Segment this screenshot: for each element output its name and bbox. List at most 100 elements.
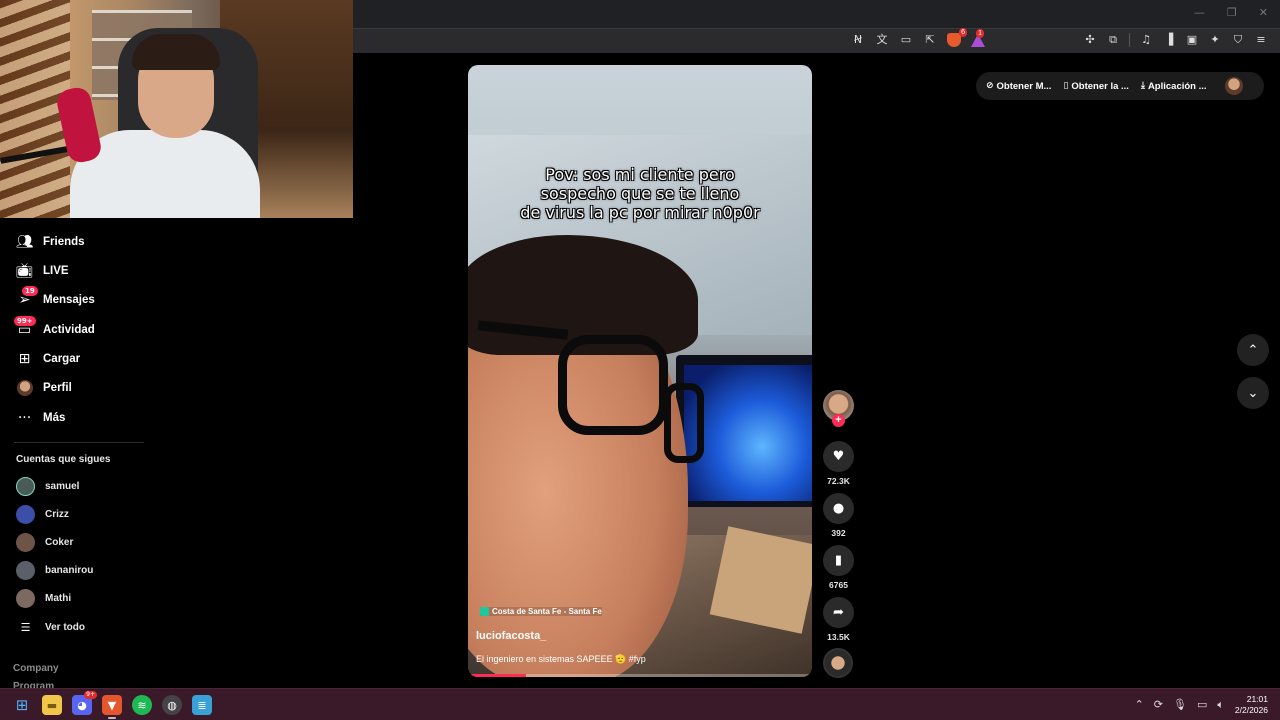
desktop-app-button[interactable]: ⤓ Aplicación ... (1141, 81, 1207, 92)
file-explorer-icon[interactable]: ▬ (42, 695, 62, 715)
discord-icon[interactable]: ◕ 9+ (72, 691, 97, 715)
sidebar-item-upload[interactable]: ⊞ Cargar (16, 349, 80, 369)
leo-ai-icon[interactable]: ✦ (1208, 33, 1222, 47)
notepad-icon[interactable]: ≣ (192, 695, 212, 715)
get-app-button[interactable]: ▯ Obtener la ... (1063, 81, 1129, 92)
coin-icon: ⊘ (986, 81, 994, 91)
start-icon[interactable]: ⊞ (12, 695, 32, 715)
reader-mode-icon[interactable]: Ꞥ (851, 33, 865, 47)
see-all-button[interactable]: ☰ Ver todo (16, 617, 85, 637)
screen: — ❐ ✕ Ꞥ 文 ▭ ⇱ 6 1 ✣ ⧉ ♫ ▐ ▣ ✦ ⛉ ≡ 👥︎ Fri… (0, 0, 1280, 720)
following-item-samuel[interactable]: samuel (16, 476, 79, 496)
sync-icon[interactable]: ⟳ (1154, 698, 1163, 712)
like-button[interactable]: ♥ (823, 441, 854, 472)
screenshot-icon[interactable]: ⧉ (1106, 33, 1120, 47)
sidebar-item-activity[interactable]: ▭ 99+ Actividad (14, 315, 95, 340)
friends-icon: 👥︎ (15, 234, 34, 250)
brave-icon[interactable]: ▼ (102, 695, 122, 719)
microphone-icon[interactable]: 🎙︎ (1173, 698, 1187, 712)
top-actions-bar: ⊘ Obtener M... ▯ Obtener la ... ⤓ Aplica… (976, 72, 1264, 100)
sidebar-item-live[interactable]: 📺︎ LIVE (16, 261, 69, 281)
sidebar-item-messages[interactable]: ➢ 19 Mensajes (16, 285, 95, 310)
location-icon (480, 607, 489, 616)
following-item-crizz[interactable]: Crizz (16, 504, 69, 524)
profile-avatar (16, 380, 33, 397)
activity-icon: ▭ 99+ (14, 315, 36, 339)
media-icon[interactable]: ♫ (1139, 33, 1153, 47)
sidebar-item-more[interactable]: ··· Más (16, 408, 66, 428)
sidebar-item-friends[interactable]: 👥︎ Friends (16, 232, 85, 252)
activity-badge: 99+ (14, 315, 36, 326)
follow-plus-icon[interactable]: + (832, 414, 845, 427)
sidebar-icon[interactable]: ▐ (1162, 33, 1176, 47)
tray-overflow-icon[interactable]: ⌃ (1135, 698, 1144, 712)
close-button[interactable]: ✕ (1259, 6, 1268, 19)
browser-titlebar: — ❐ ✕ (353, 0, 1280, 28)
address-bar-actions: Ꞥ 文 ▭ ⇱ 6 1 (851, 28, 985, 47)
following-item-coker[interactable]: Coker (16, 532, 73, 552)
following-item-mathi[interactable]: Mathi (16, 588, 71, 608)
share-button[interactable]: ➦ (823, 597, 854, 628)
save-action: ▮ 6765 (822, 545, 855, 590)
video-caption: Pov: sos mi cliente pero sospecho que se… (520, 165, 760, 222)
footer-company-link[interactable]: Company (13, 663, 59, 674)
like-action: ♥ 72.3K (822, 441, 855, 486)
video-username[interactable]: luciofacosta_ (476, 630, 546, 642)
system-clock[interactable]: 21:01 2/2/2026 (1235, 694, 1268, 716)
vpn-icon[interactable]: ⛉ (1231, 33, 1245, 47)
video-description: El ingeniero en sistemas SAPEEE 🫡 #fyp (476, 654, 646, 664)
chevron-down-icon: ⌄ (1247, 385, 1259, 401)
volume-icon[interactable]: 🔈︎ (1217, 698, 1224, 712)
music-disc[interactable] (823, 648, 853, 678)
avatar (16, 560, 35, 580)
sidebar-divider (14, 442, 144, 443)
wallet-icon[interactable]: ▣ (1185, 33, 1199, 47)
messages-badge: 19 (22, 285, 38, 296)
cast-icon[interactable]: ▭ (899, 33, 913, 47)
spotify-icon[interactable]: ≋ (132, 695, 152, 715)
browser-toolbar: Ꞥ 文 ▭ ⇱ 6 1 ✣ ⧉ ♫ ▐ ▣ ✦ ⛉ ≡ (353, 28, 1280, 53)
save-count: 6765 (829, 580, 848, 590)
upload-icon: ⊞ (18, 351, 31, 367)
brave-rewards-icon[interactable]: 1 (971, 28, 985, 47)
webcam-person-hair (132, 34, 220, 70)
messages-icon: ➢ 19 (16, 285, 38, 309)
video-progress-bar[interactable] (468, 674, 812, 677)
get-coins-button[interactable]: ⊘ Obtener M... (986, 81, 1051, 92)
comment-action: ● 392 (822, 493, 855, 538)
share-count: 13.5K (827, 632, 850, 642)
video-glasses-lens-right (664, 383, 704, 463)
chevron-up-icon: ⌃ (1247, 342, 1259, 358)
comment-button[interactable]: ● (823, 493, 854, 524)
menu-icon[interactable]: ≡ (1254, 33, 1268, 47)
phone-icon: ▯ (1063, 81, 1069, 91)
video-player[interactable]: Pov: sos mi cliente pero sospecho que se… (468, 65, 812, 677)
comment-count: 392 (831, 528, 846, 538)
like-count: 72.3K (827, 476, 850, 486)
avatar (16, 476, 35, 496)
avatar (16, 532, 35, 552)
taskbar: ⊞ ▬ ◕ 9+ ▼ ≋ ◍ ≣ ⌃ ⟳ 🎙︎ ▭ 🔈︎ 21:01 2/2/20… (0, 688, 1280, 720)
toolbar-icons: ✣ ⧉ ♫ ▐ ▣ ✦ ⛉ ≡ (1083, 33, 1268, 47)
following-item-bananirou[interactable]: bananirou (16, 560, 93, 580)
sidebar-item-profile[interactable]: Perfil (16, 378, 72, 398)
video-box (709, 526, 812, 634)
location-tag[interactable]: Costa de Santa Fe - Santa Fe (480, 607, 602, 616)
obs-icon[interactable]: ◍ (162, 695, 182, 715)
save-button[interactable]: ▮ (823, 545, 854, 576)
extensions-icon[interactable]: ✣ (1083, 33, 1097, 47)
maximize-button[interactable]: ❐ (1227, 6, 1237, 19)
share-icon[interactable]: ⇱ (923, 33, 937, 47)
next-video-button[interactable]: ⌄ (1237, 377, 1269, 409)
webcam-overlay (0, 0, 353, 218)
previous-video-button[interactable]: ⌃ (1237, 334, 1269, 366)
display-icon[interactable]: ▭ (1197, 698, 1207, 712)
bookmark-icon: ▮ (834, 553, 843, 568)
brave-shields-icon[interactable]: 6 (947, 28, 967, 47)
avatar (16, 504, 35, 524)
share-action: ➦ 13.5K (822, 597, 855, 642)
minimize-button[interactable]: — (1194, 6, 1205, 19)
sidebar: 👥︎ Friends 📺︎ LIVE ➢ 19 Mensajes ▭ 99+ Act… (0, 218, 160, 692)
translate-icon[interactable]: 文 (875, 33, 889, 47)
user-avatar[interactable] (1224, 77, 1243, 95)
